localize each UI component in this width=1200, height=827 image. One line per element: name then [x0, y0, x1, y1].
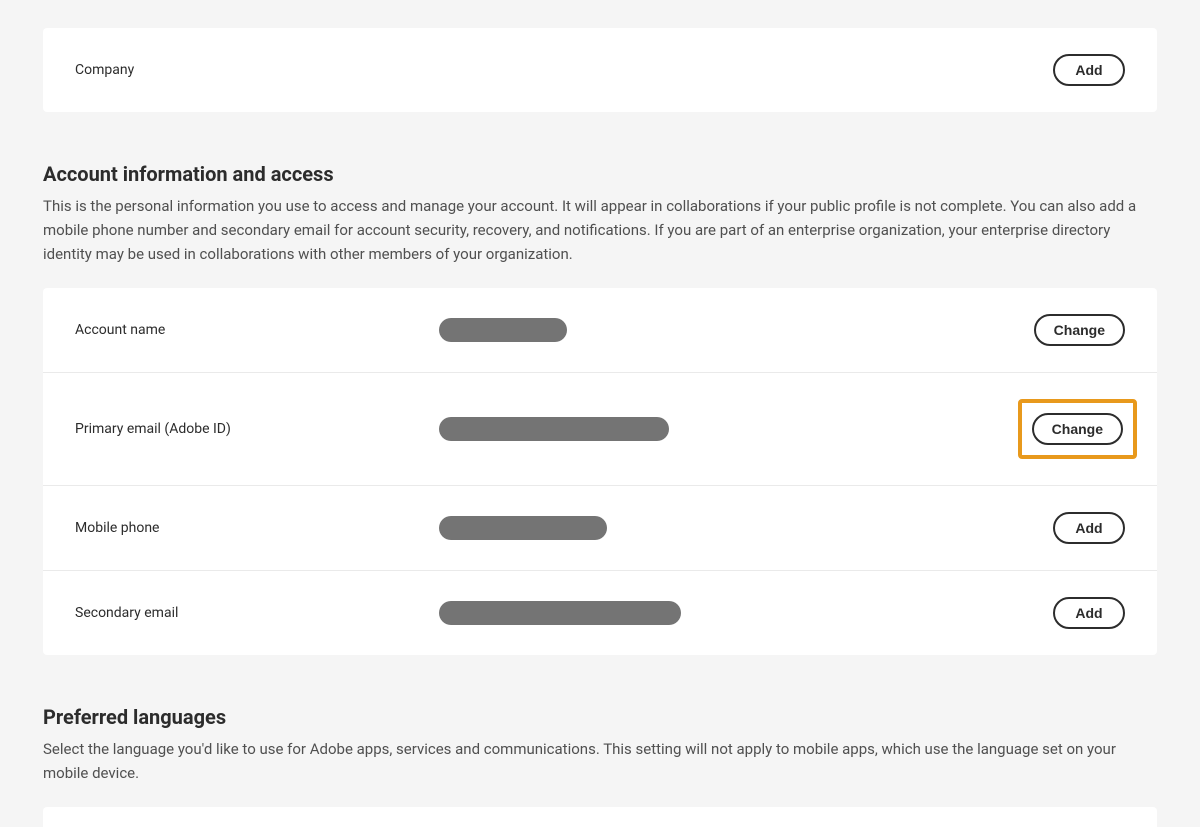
account-name-change-button[interactable]: Change — [1034, 314, 1125, 346]
account-name-row: Account name Change — [43, 288, 1157, 372]
secondary-email-redacted — [439, 601, 681, 625]
secondary-email-label: Secondary email — [75, 605, 439, 621]
primary-email-row: Primary email (Adobe ID) Change — [43, 372, 1157, 485]
primary-email-redacted — [439, 417, 669, 441]
secondary-email-add-button[interactable]: Add — [1053, 597, 1125, 629]
mobile-phone-redacted — [439, 516, 607, 540]
account-info-title: Account information and access — [43, 162, 1157, 186]
company-row: Company Add — [43, 28, 1157, 112]
account-name-value — [439, 318, 1034, 342]
mobile-phone-label: Mobile phone — [75, 520, 439, 536]
primary-email-value — [439, 417, 1018, 441]
mobile-phone-value — [439, 516, 1053, 540]
preferred-languages-title: Preferred languages — [43, 705, 1157, 729]
company-label: Company — [75, 62, 439, 78]
company-add-button[interactable]: Add — [1053, 54, 1125, 86]
account-info-description: This is the personal information you use… — [43, 194, 1157, 266]
primary-email-label: Primary email (Adobe ID) — [75, 421, 439, 437]
mobile-phone-add-button[interactable]: Add — [1053, 512, 1125, 544]
company-card: Company Add — [43, 28, 1157, 112]
account-info-card: Account name Change Primary email (Adobe… — [43, 288, 1157, 655]
primary-email-highlight: Change — [1018, 399, 1137, 459]
preferred-languages-description: Select the language you'd like to use fo… — [43, 737, 1157, 785]
preferred-languages-card — [43, 807, 1157, 827]
secondary-email-row: Secondary email Add — [43, 570, 1157, 655]
secondary-email-value — [439, 601, 1053, 625]
primary-email-change-button[interactable]: Change — [1032, 413, 1123, 445]
account-name-label: Account name — [75, 322, 439, 338]
mobile-phone-row: Mobile phone Add — [43, 485, 1157, 570]
account-name-redacted — [439, 318, 567, 342]
